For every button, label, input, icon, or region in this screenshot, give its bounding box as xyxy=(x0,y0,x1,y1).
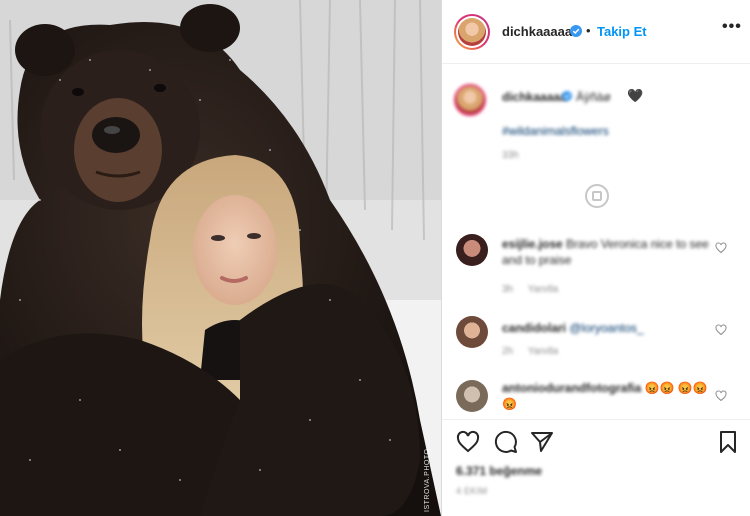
author-username[interactable]: dichkaaaaa xyxy=(502,24,572,39)
plus-circle-icon[interactable] xyxy=(585,184,609,208)
likes-count[interactable]: 6.371 beğenme xyxy=(456,464,542,478)
comment-time: 3h xyxy=(502,284,514,295)
comment-body: esijlie.jose Bravo Veronica nice to see … xyxy=(502,236,712,268)
comment-meta: 3h Yanıtla xyxy=(502,284,570,295)
comment-username[interactable]: antoniodurandfotografia xyxy=(502,381,641,395)
bear-and-woman-photo xyxy=(0,0,441,516)
verified-badge-icon xyxy=(570,25,582,37)
heart-outline-icon[interactable] xyxy=(456,430,480,454)
paper-plane-icon[interactable] xyxy=(530,430,554,454)
caption-username[interactable]: dichkaaaaa xyxy=(502,90,567,104)
comment-avatar[interactable] xyxy=(456,234,488,266)
post-photo[interactable]: ISTROVA.PHOTO xyxy=(0,0,441,516)
follow-button[interactable]: Takip Et xyxy=(597,24,647,39)
author-avatar[interactable] xyxy=(454,14,490,50)
comment-username[interactable]: esijlie.jose xyxy=(502,237,563,251)
comment-time: 2h xyxy=(502,346,514,357)
post-date: 4 EKIM xyxy=(456,486,488,496)
caption-hashtag[interactable]: #wildanimalsflowers xyxy=(502,124,609,138)
black-heart-emoji: 🖤 xyxy=(627,88,644,103)
comment-username[interactable]: candidolari xyxy=(502,321,566,335)
post-side-panel: dichkaaaaa • Takip Et ••• dichkaaaaa Äÿñ… xyxy=(442,0,750,516)
caption-text: Äÿñàø xyxy=(576,90,611,104)
comment-avatar[interactable] xyxy=(456,380,488,412)
reply-button[interactable]: Yanıtla xyxy=(528,346,558,357)
heart-outline-icon[interactable] xyxy=(715,324,727,336)
heart-outline-icon[interactable] xyxy=(715,390,727,402)
comment-body: candidolari @loryoantos_ xyxy=(502,320,712,336)
photo-watermark: ISTROVA.PHOTO xyxy=(424,448,431,512)
heart-outline-icon[interactable] xyxy=(715,242,727,254)
caption-time: 33h xyxy=(502,150,519,161)
comment-meta: 2h Yanıtla xyxy=(502,346,570,357)
post-actions: 6.371 beğenme 4 EKIM xyxy=(442,419,750,516)
comment-avatar[interactable] xyxy=(456,316,488,348)
comment-text[interactable]: @loryoantos_ xyxy=(569,321,643,335)
header-separator: • xyxy=(586,23,591,38)
comment-bubble-icon[interactable] xyxy=(494,430,518,454)
caption-avatar[interactable] xyxy=(454,84,486,116)
reply-button[interactable]: Yanıtla xyxy=(528,284,558,295)
comment-body: antoniodurandfotografia 😡😡 😡😡😡 xyxy=(502,380,712,412)
verified-badge-icon xyxy=(562,91,572,101)
comments-section: dichkaaaaa Äÿñàø 🖤 #wildanimalsflowers 3… xyxy=(442,64,750,419)
bookmark-icon[interactable] xyxy=(716,430,740,454)
more-options-icon[interactable]: ••• xyxy=(722,18,742,36)
post-header: dichkaaaaa • Takip Et ••• xyxy=(442,0,750,64)
